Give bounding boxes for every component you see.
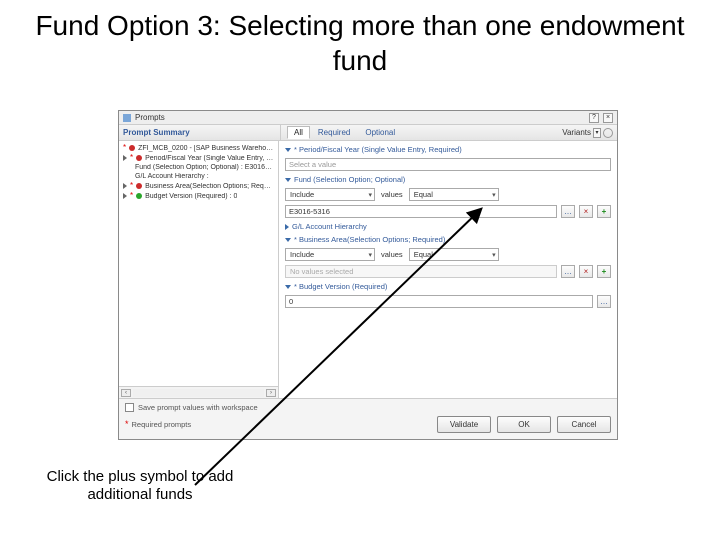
prompts-dialog: Prompts ? × Prompt Summary All Required … [118, 110, 618, 440]
fund-value-row: E3016-5316 … × + [285, 205, 611, 218]
status-dot-red-icon [129, 145, 135, 151]
fund-operator-select[interactable]: Equal [409, 188, 499, 201]
remove-value-button[interactable]: × [579, 205, 593, 218]
toolbar: Prompt Summary All Required Optional Var… [119, 125, 617, 141]
fund-filter-row: Include values Equal [285, 188, 611, 201]
section-fund: Fund (Selection Option; Optional) [285, 175, 611, 184]
slide-caption: Click the plus symbol to add additional … [40, 468, 240, 504]
prompt-list: * ZFI_MCB_0200 - [SAP Business Warehouse… [119, 141, 278, 386]
required-star-icon: * [130, 154, 133, 162]
ba-include-select[interactable]: Include [285, 248, 375, 261]
section-gl: G/L Account Hierarchy [285, 222, 611, 231]
required-star-icon: * [125, 420, 129, 429]
expand-icon [123, 193, 127, 199]
scroll-left-arrow-icon[interactable]: ‹ [121, 389, 131, 397]
status-dot-red-icon [136, 183, 142, 189]
list-item[interactable]: * Business Area(Selection Options; Requi… [121, 181, 276, 191]
required-star-icon: * [123, 144, 126, 152]
fund-values-label: values [381, 190, 403, 199]
period-input[interactable]: Select a value [285, 158, 611, 171]
chevron-down-icon [285, 285, 291, 289]
expand-icon [123, 183, 127, 189]
add-value-button[interactable]: + [597, 205, 611, 218]
help-button[interactable]: ? [589, 113, 599, 123]
bv-value-row: 0 … [285, 295, 611, 308]
section-period-label: * Period/Fiscal Year (Single Value Entry… [294, 145, 462, 154]
prompt-summary-label: Prompt Summary [123, 125, 281, 140]
checkbox-icon[interactable] [125, 403, 134, 412]
lookup-button[interactable]: … [561, 205, 575, 218]
ok-button[interactable]: OK [497, 416, 551, 433]
dialog-footer: Save prompt values with workspace * Requ… [119, 398, 617, 439]
chevron-right-icon [285, 224, 289, 230]
lookup-button[interactable]: … [597, 295, 611, 308]
filter-tabs: All Required Optional [287, 126, 402, 139]
window-title: Prompts [135, 113, 585, 122]
ba-filter-row: Include values Equal [285, 248, 611, 261]
remove-value-button[interactable]: × [579, 265, 593, 278]
ba-value-row: No values selected … × + [285, 265, 611, 278]
chevron-down-icon [285, 148, 291, 152]
scroll-track[interactable] [133, 389, 264, 397]
tab-optional[interactable]: Optional [358, 126, 402, 139]
add-value-button[interactable]: + [597, 265, 611, 278]
prompt-list-panel: * ZFI_MCB_0200 - [SAP Business Warehouse… [119, 141, 279, 398]
list-item[interactable]: G/L Account Hierarchy : [121, 172, 276, 181]
list-item[interactable]: Fund (Selection Option; Optional) : E301… [121, 163, 276, 172]
list-item[interactable]: * Period/Fiscal Year (Single Value Entry… [121, 153, 276, 163]
button-row: Validate OK Cancel [437, 416, 611, 433]
list-item-label: Period/Fiscal Year (Single Value Entry, … [145, 155, 274, 162]
chevron-down-icon [285, 178, 291, 182]
required-star-icon: * [130, 192, 133, 200]
chevron-down-icon: ▾ [593, 128, 601, 138]
fund-value-input[interactable]: E3016-5316 [285, 205, 557, 218]
required-note: * Required prompts [125, 420, 191, 429]
scroll-right-arrow-icon[interactable]: › [266, 389, 276, 397]
titlebar: Prompts ? × [119, 111, 617, 125]
required-star-icon: * [130, 182, 133, 190]
list-item-label: Fund (Selection Option; Optional) : E301… [135, 164, 274, 171]
ba-value-placeholder[interactable]: No values selected [285, 265, 557, 278]
cancel-button[interactable]: Cancel [557, 416, 611, 433]
tab-all[interactable]: All [287, 126, 310, 139]
section-ba-label: * Business Area(Selection Options; Requi… [294, 235, 445, 244]
chevron-down-icon [285, 238, 291, 242]
bv-value-input[interactable]: 0 [285, 295, 593, 308]
expand-icon [123, 155, 127, 161]
required-note-label: Required prompts [132, 420, 192, 429]
section-fund-label: Fund (Selection Option; Optional) [294, 175, 405, 184]
horizontal-scrollbar[interactable]: ‹ › [119, 386, 278, 398]
list-item-label: Budget Version (Required) : 0 [145, 193, 237, 200]
validate-button[interactable]: Validate [437, 416, 491, 433]
section-gl-label: G/L Account Hierarchy [292, 222, 367, 231]
save-prompt-checkbox-row[interactable]: Save prompt values with workspace [125, 403, 611, 412]
section-ba: * Business Area(Selection Options; Requi… [285, 235, 611, 244]
prompt-detail-panel: * Period/Fiscal Year (Single Value Entry… [279, 141, 617, 398]
fund-include-select[interactable]: Include [285, 188, 375, 201]
tab-required[interactable]: Required [311, 126, 357, 139]
main-area: * ZFI_MCB_0200 - [SAP Business Warehouse… [119, 141, 617, 398]
list-item-label: Business Area(Selection Options; Require… [145, 183, 274, 190]
ba-operator-select[interactable]: Equal [409, 248, 499, 261]
list-item[interactable]: * ZFI_MCB_0200 - [SAP Business Warehouse… [121, 143, 276, 153]
ba-values-label: values [381, 250, 403, 259]
section-bv-label: * Budget Version (Required) [294, 282, 387, 291]
list-item[interactable]: * Budget Version (Required) : 0 [121, 191, 276, 201]
list-item-label: G/L Account Hierarchy : [135, 173, 209, 180]
close-button[interactable]: × [603, 113, 613, 123]
save-prompt-label: Save prompt values with workspace [138, 403, 258, 412]
section-bv: * Budget Version (Required) [285, 282, 611, 291]
gear-icon [603, 128, 613, 138]
status-dot-green-icon [136, 193, 142, 199]
section-period: * Period/Fiscal Year (Single Value Entry… [285, 145, 611, 154]
status-dot-red-icon [136, 155, 142, 161]
variants-label: Variants [562, 128, 591, 137]
slide-title: Fund Option 3: Selecting more than one e… [0, 0, 720, 86]
variants-control[interactable]: Variants ▾ [562, 128, 613, 138]
app-icon [123, 114, 131, 122]
list-item-label: ZFI_MCB_0200 - [SAP Business Warehouse] [138, 145, 274, 152]
lookup-button[interactable]: … [561, 265, 575, 278]
